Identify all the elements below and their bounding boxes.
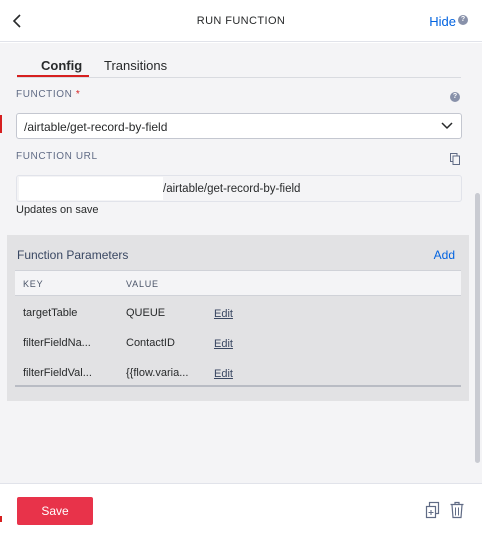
trash-icon[interactable] [449,501,465,519]
column-key: KEY [23,279,44,289]
table-row: filterFieldNa... ContactID Edit [15,327,461,357]
parameters-title: Function Parameters [17,248,129,262]
parameters-table-header: KEY VALUE [15,270,461,296]
run-function-panel: RUN FUNCTION Hide ? Config Transitions F… [0,0,482,533]
panel-header: RUN FUNCTION Hide ? [0,0,482,42]
add-parameter-button[interactable]: Add [434,248,455,262]
panel-footer: Save [0,483,482,533]
parameter-key: filterFieldNa... [23,337,91,349]
config-scroll-area: Config Transitions FUNCTION * ? /airtabl… [0,43,482,483]
duplicate-icon[interactable] [424,501,442,519]
tab-transitions[interactable]: Transitions [104,58,167,73]
chevron-down-icon [441,122,453,130]
edit-parameter-button[interactable]: Edit [214,338,233,350]
parameter-value: QUEUE [126,307,166,319]
function-parameters-section: Function Parameters Add KEY VALUE target… [7,235,469,401]
edge-marker [0,516,2,522]
table-scroll-bottom [15,385,461,387]
edit-parameter-button[interactable]: Edit [214,308,233,320]
required-mark: * [75,89,81,100]
active-tab-indicator [17,75,89,77]
parameter-value: {{flow.varia... [126,367,189,379]
help-icon[interactable]: ? [458,15,468,25]
parameter-value: ContactID [126,337,175,349]
url-host-redacted [19,177,163,200]
table-row: targetTable QUEUE Edit [15,297,461,327]
function-select-value: /airtable/get-record-by-field [24,120,168,134]
edge-marker [0,115,2,133]
function-help-icon[interactable]: ? [450,92,460,102]
function-url-label: FUNCTION URL [16,151,98,162]
edit-parameter-button[interactable]: Edit [214,368,233,380]
hide-link[interactable]: Hide [429,14,456,29]
scrollbar[interactable] [475,193,480,463]
parameter-key: targetTable [23,307,78,319]
save-button[interactable]: Save [17,497,93,525]
function-label: FUNCTION * [16,89,81,100]
tabs-divider [17,77,461,78]
tab-config[interactable]: Config [41,58,82,73]
function-select[interactable]: /airtable/get-record-by-field [16,113,462,139]
function-url-path: /airtable/get-record-by-field [163,183,301,195]
function-url-field: /airtable/get-record-by-field [16,175,462,202]
column-value: VALUE [126,279,159,289]
copy-icon[interactable] [450,153,460,165]
panel-title: RUN FUNCTION [196,15,286,27]
table-row: filterFieldVal... {{flow.varia... Edit [15,357,461,387]
updates-note: Updates on save [16,204,99,216]
parameter-key: filterFieldVal... [23,367,92,379]
